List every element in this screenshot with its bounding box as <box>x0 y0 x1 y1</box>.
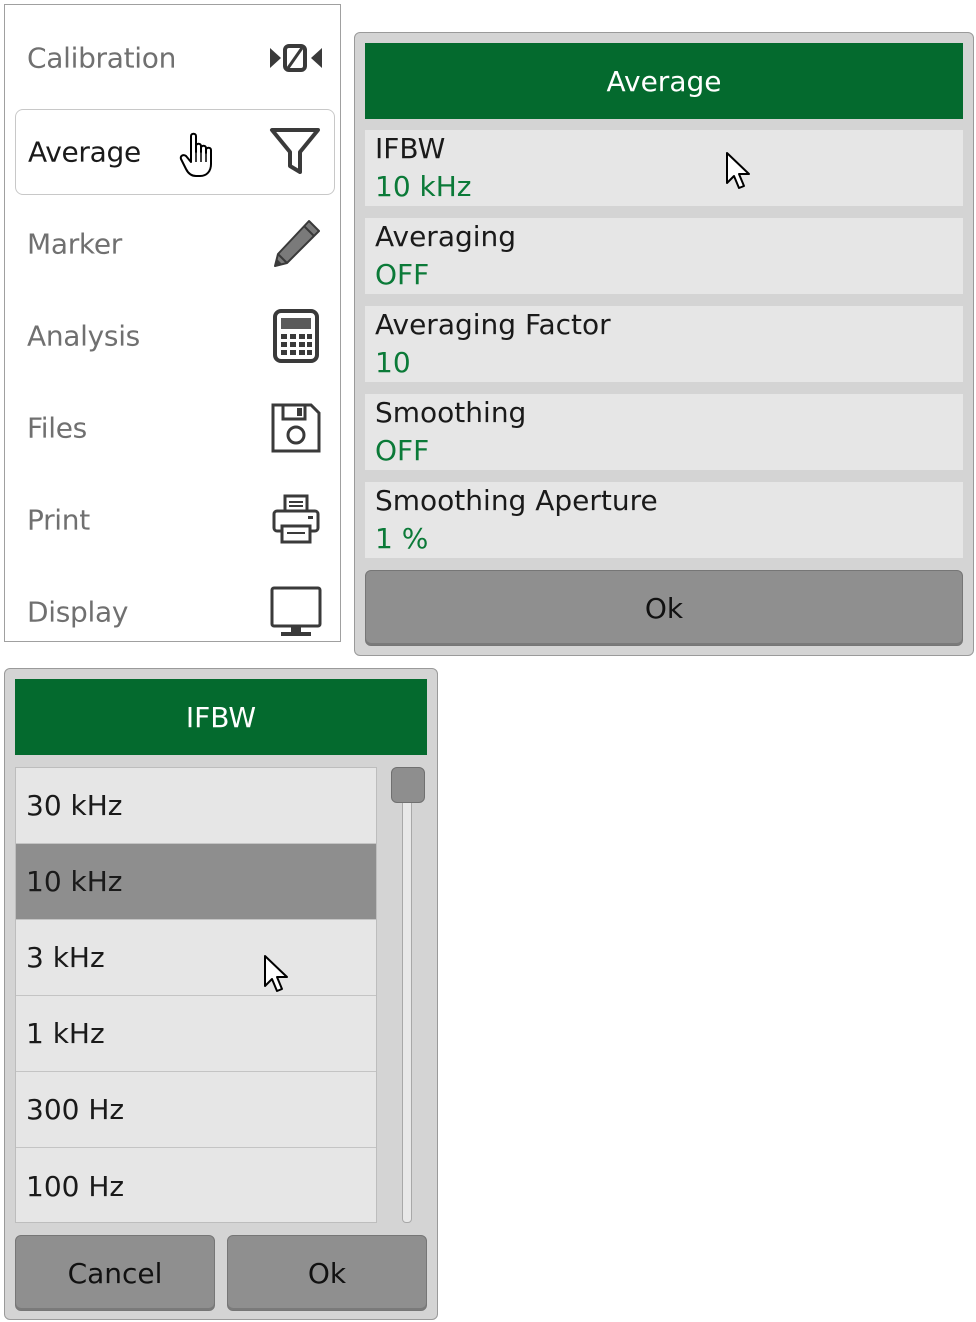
floppy-disk-icon <box>271 403 321 453</box>
calculator-icon <box>273 309 319 363</box>
list-item[interactable]: 3 kHz <box>16 920 376 996</box>
param-value: 1 % <box>375 522 429 555</box>
menu-item-display[interactable]: Display <box>15 569 335 655</box>
list-item[interactable]: 1 kHz <box>16 996 376 1072</box>
ok-button[interactable]: Ok <box>365 570 963 646</box>
cancel-button[interactable]: Cancel <box>15 1235 215 1311</box>
list-item[interactable]: 100 Hz <box>16 1148 376 1224</box>
menu-item-analysis[interactable]: Analysis <box>15 293 335 379</box>
menu-item-label: Marker <box>27 227 122 261</box>
param-averaging[interactable]: Averaging OFF <box>365 218 963 294</box>
scrollbar-thumb[interactable] <box>391 767 425 803</box>
menu-item-average[interactable]: Average <box>15 109 335 195</box>
ifbw-option-list: 30 kHz 10 kHz 3 kHz 1 kHz 300 Hz 100 Hz <box>15 767 377 1223</box>
menu-item-label: Files <box>27 411 87 445</box>
menu-item-label: Analysis <box>27 319 140 353</box>
menu-item-marker[interactable]: Marker <box>15 201 335 287</box>
hand-pointer-cursor-icon <box>179 132 212 177</box>
param-label: Smoothing <box>375 396 527 429</box>
menu-item-label: Display <box>27 595 129 629</box>
menu-item-label: Calibration <box>27 41 177 75</box>
menu-item-files[interactable]: Files <box>15 385 335 471</box>
param-value: OFF <box>375 258 430 291</box>
dialog-title: IFBW <box>15 679 427 755</box>
param-smoothing-aperture[interactable]: Smoothing Aperture 1 % <box>365 482 963 558</box>
filter-funnel-icon <box>270 128 320 174</box>
arrow-cursor-icon <box>264 955 288 992</box>
ok-button[interactable]: Ok <box>227 1235 427 1311</box>
param-value: 10 <box>375 346 411 379</box>
softkey-menu: Calibration Average Marker Analysis File… <box>4 4 341 642</box>
pencil-icon <box>274 220 320 267</box>
param-label: Smoothing Aperture <box>375 484 658 517</box>
param-label: Averaging <box>375 220 517 253</box>
param-value: OFF <box>375 434 430 467</box>
list-item[interactable]: 30 kHz <box>16 768 376 844</box>
menu-item-print[interactable]: Print <box>15 477 335 563</box>
param-value: 10 kHz <box>375 170 472 203</box>
param-averaging-factor[interactable]: Averaging Factor 10 <box>365 306 963 382</box>
calibration-icon <box>270 44 322 72</box>
param-smoothing[interactable]: Smoothing OFF <box>365 394 963 470</box>
arrow-cursor-icon <box>726 152 750 189</box>
param-label: IFBW <box>375 132 446 165</box>
list-item-selected[interactable]: 10 kHz <box>16 844 376 920</box>
dialog-title: Average <box>365 43 963 119</box>
average-dialog: Average IFBW 10 kHz Averaging OFF Averag… <box>354 32 974 656</box>
monitor-icon <box>270 586 322 636</box>
list-item[interactable]: 300 Hz <box>16 1072 376 1148</box>
menu-item-label: Average <box>28 135 141 169</box>
menu-item-label: Print <box>27 503 90 537</box>
menu-item-calibration[interactable]: Calibration <box>15 15 335 101</box>
param-ifbw[interactable]: IFBW 10 kHz <box>365 130 963 206</box>
printer-icon <box>272 494 320 544</box>
ifbw-dialog: IFBW 30 kHz 10 kHz 3 kHz 1 kHz 300 Hz 10… <box>4 668 438 1320</box>
param-label: Averaging Factor <box>375 308 611 341</box>
scrollbar-track[interactable] <box>402 779 412 1223</box>
